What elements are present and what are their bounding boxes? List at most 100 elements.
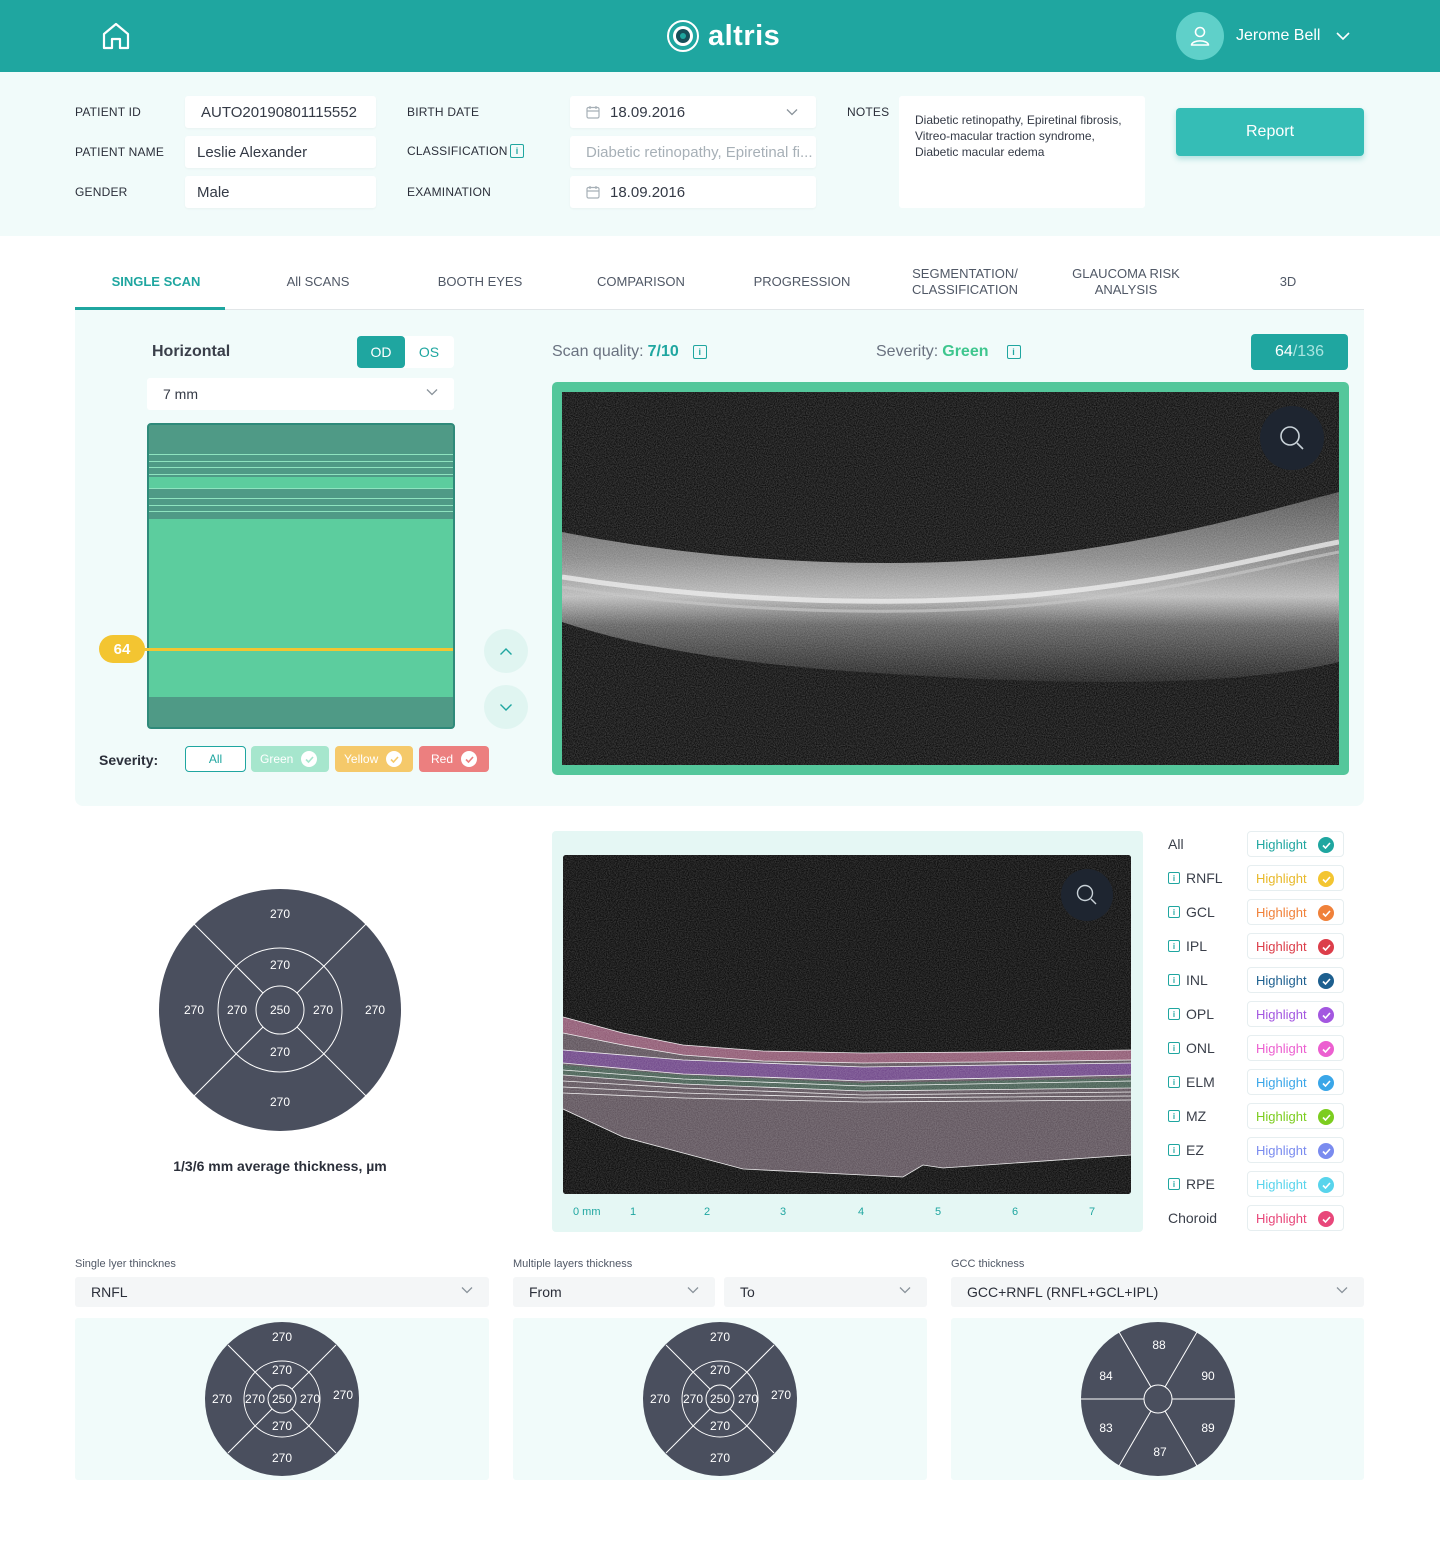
scan-size-select[interactable]: 7 mm: [147, 378, 454, 410]
mm-tick-5: 5: [935, 1206, 942, 1218]
check-icon: [1318, 837, 1334, 853]
layer-label: i RPE: [1168, 1171, 1215, 1197]
report-button[interactable]: Report: [1176, 108, 1364, 156]
highlight-label: Highlight: [1256, 836, 1307, 852]
patient-id-field[interactable]: AUTO20190801115552: [185, 96, 376, 128]
od-button[interactable]: OD: [357, 336, 405, 368]
info-icon[interactable]: i: [1168, 1178, 1180, 1190]
layer-name: All: [1168, 836, 1184, 852]
chevron-down-icon: [687, 1287, 699, 1294]
tab-progression[interactable]: PROGRESSION: [721, 254, 883, 310]
multi-outer-top: 270: [710, 1330, 730, 1344]
info-icon[interactable]: i: [1006, 345, 1021, 359]
examination-value: 18.09.2016: [610, 183, 686, 201]
gcc-value: GCC+RNFL (RNFL+GCL+IPL): [967, 1284, 1159, 1300]
layer-label: i GCL: [1168, 899, 1215, 925]
gender-field[interactable]: Male: [185, 176, 376, 208]
info-icon[interactable]: i: [692, 345, 707, 359]
highlight-toggle[interactable]: Highlight: [1247, 967, 1344, 993]
patient-id-label: PATIENT ID: [75, 105, 142, 119]
oct-scan-image[interactable]: [562, 392, 1339, 765]
notes-field[interactable]: Diabetic retinopathy, Epiretinal fibrosi…: [899, 96, 1145, 208]
layer-label: i EZ: [1168, 1137, 1204, 1163]
layer-label: i RNFL: [1168, 865, 1223, 891]
highlight-toggle[interactable]: Highlight: [1247, 1171, 1344, 1197]
user-menu[interactable]: Jerome Bell: [1176, 12, 1351, 60]
tab-booth-eyes[interactable]: BOOTH EYES: [399, 254, 561, 310]
info-icon[interactable]: i: [1168, 1144, 1180, 1156]
info-icon[interactable]: i: [1168, 872, 1180, 884]
scroll-up-button[interactable]: [484, 629, 528, 673]
multi-layer-to-select[interactable]: To: [724, 1277, 927, 1307]
info-icon[interactable]: i: [1168, 1042, 1180, 1054]
multi-outer-bottom: 270: [710, 1451, 730, 1465]
tab-3d[interactable]: 3D: [1207, 254, 1369, 310]
layer-name: Choroid: [1168, 1210, 1218, 1226]
scroll-down-button[interactable]: [484, 685, 528, 729]
info-icon[interactable]: i: [1168, 940, 1180, 952]
current-scan-line[interactable]: [140, 648, 453, 651]
classification-field[interactable]: Diabetic retinopathy, Epiretinal fi...: [570, 136, 816, 168]
eye-logo-icon: [667, 20, 699, 52]
scan-counter-total: /136: [1292, 343, 1324, 360]
classification-label: CLASSIFICATION: [407, 144, 508, 158]
filter-all-chip[interactable]: All: [185, 746, 246, 772]
info-icon[interactable]: i: [510, 144, 524, 158]
check-icon: [301, 751, 318, 767]
highlight-toggle[interactable]: Highlight: [1247, 1205, 1344, 1231]
os-button[interactable]: OS: [405, 336, 453, 368]
single-layer-select[interactable]: RNFL: [75, 1277, 489, 1307]
filter-yellow-chip[interactable]: Yellow: [335, 746, 413, 772]
highlight-toggle[interactable]: Highlight: [1247, 1069, 1344, 1095]
gcc-select[interactable]: GCC+RNFL (RNFL+GCL+IPL): [951, 1277, 1364, 1307]
highlight-toggle[interactable]: Highlight: [1247, 1137, 1344, 1163]
home-icon[interactable]: [100, 20, 132, 52]
check-icon: [1318, 905, 1334, 921]
info-icon[interactable]: i: [1168, 1110, 1180, 1122]
layer-name: GCL: [1186, 904, 1215, 920]
tab-segmentation-classification[interactable]: SEGMENTATION/ CLASSIFICATION: [895, 254, 1035, 310]
calendar-icon: [586, 186, 600, 199]
info-icon[interactable]: i: [1168, 1076, 1180, 1088]
etdrs-outer-left: 270: [184, 1003, 204, 1017]
tab-single-scan[interactable]: SINGLE SCAN: [75, 254, 237, 310]
highlight-toggle[interactable]: Highlight: [1247, 933, 1344, 959]
highlight-toggle[interactable]: Highlight: [1247, 1035, 1344, 1061]
user-name: Jerome Bell: [1236, 27, 1321, 44]
filter-green-chip[interactable]: Green: [251, 746, 329, 772]
patient-name-field[interactable]: Leslie Alexander: [185, 136, 376, 168]
check-icon: [461, 751, 478, 767]
current-slice-badge[interactable]: 64: [99, 635, 145, 663]
birth-date-field[interactable]: 18.09.2016: [570, 96, 816, 128]
info-icon[interactable]: i: [1168, 1008, 1180, 1020]
info-icon[interactable]: i: [1168, 906, 1180, 918]
tab-glaucoma-risk-analysis[interactable]: GLAUCOMA RISK ANALYSIS: [1057, 254, 1195, 310]
examination-field[interactable]: 18.09.2016: [570, 176, 816, 208]
check-icon: [1318, 973, 1334, 989]
layer-label: i IPL: [1168, 933, 1207, 959]
mm-tick-0: 0 mm: [573, 1206, 601, 1218]
highlight-toggle[interactable]: Highlight: [1247, 1001, 1344, 1027]
fundus-scan-map[interactable]: [147, 423, 455, 729]
single-outer-right: 270: [333, 1388, 353, 1402]
scan-counter-current: 64: [1275, 343, 1293, 360]
etdrs-inner-left: 270: [227, 1003, 247, 1017]
segmentation-image[interactable]: [563, 855, 1131, 1194]
highlight-toggle[interactable]: Highlight: [1247, 899, 1344, 925]
info-icon[interactable]: i: [1168, 974, 1180, 986]
tab-all-scans[interactable]: All SCANS: [237, 254, 399, 310]
multi-layer-from-select[interactable]: From: [513, 1277, 715, 1307]
scan-quality: Scan quality: 7/10 i: [552, 343, 707, 361]
highlight-toggle[interactable]: Highlight: [1247, 831, 1344, 857]
zoom-button[interactable]: [1061, 869, 1113, 921]
app-logo[interactable]: altris: [666, 18, 780, 54]
tab-comparison[interactable]: COMPARISON: [561, 254, 721, 310]
check-icon: [1318, 1143, 1334, 1159]
zoom-button[interactable]: [1260, 406, 1324, 470]
highlight-toggle[interactable]: Highlight: [1247, 1103, 1344, 1129]
highlight-toggle[interactable]: Highlight: [1247, 865, 1344, 891]
etdrs-caption: 1/3/6 mm average thickness, µm: [173, 1158, 387, 1174]
filter-red-chip[interactable]: Red: [419, 746, 489, 772]
calendar-icon: [586, 106, 600, 119]
logo-text: altris: [708, 19, 781, 52]
